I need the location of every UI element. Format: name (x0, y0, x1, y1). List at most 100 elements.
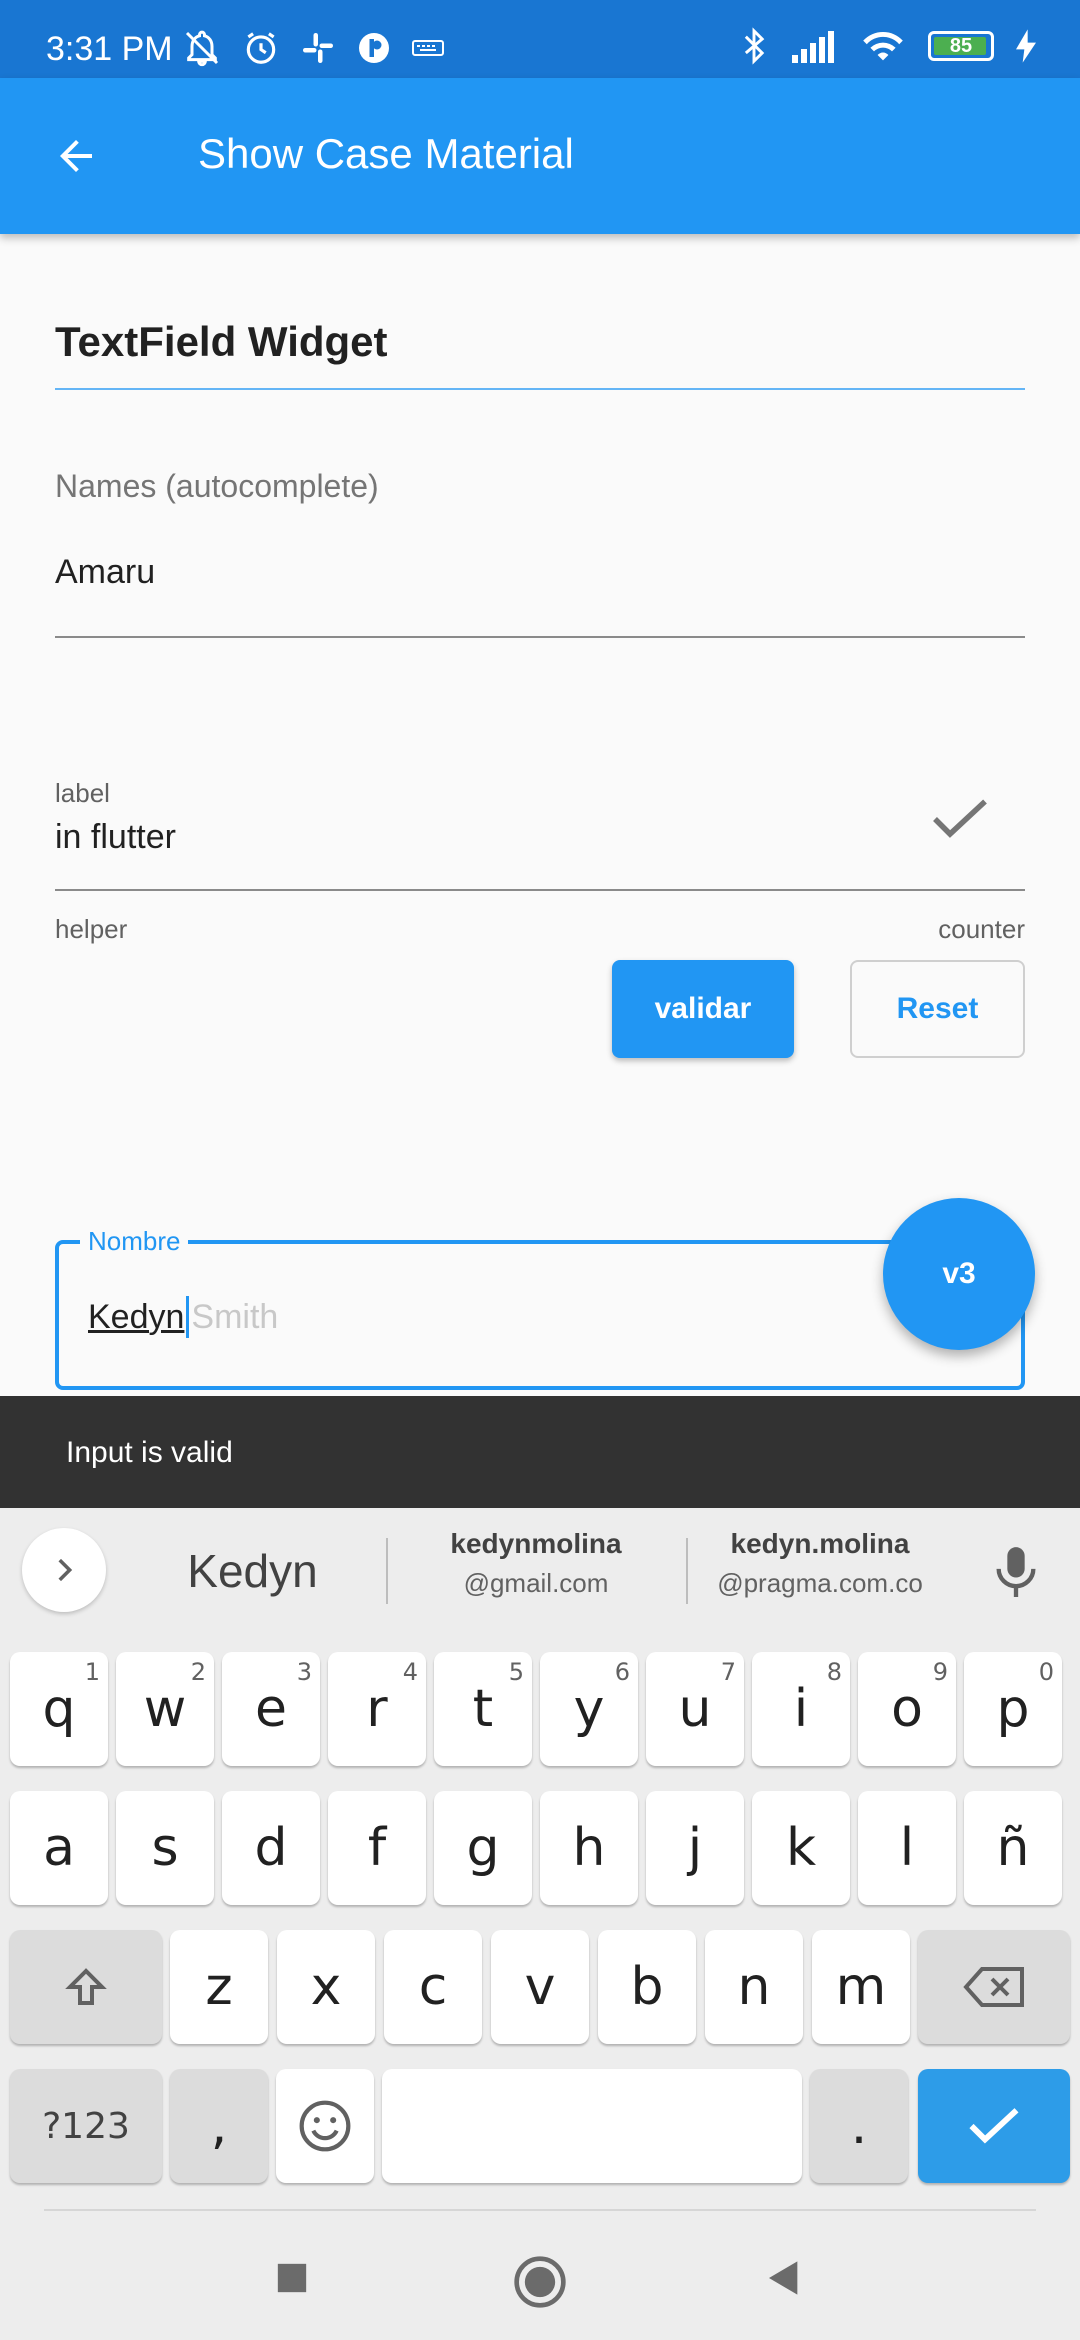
backspace-icon (963, 1967, 1024, 2007)
nav-separator (44, 2209, 1036, 2211)
triangle-back-icon (769, 2261, 798, 2295)
period-key[interactable]: . (810, 2069, 908, 2183)
nav-recents-button[interactable] (268, 2254, 316, 2302)
suggestion-2[interactable]: kedynmolina @gmail.com (396, 1528, 676, 1599)
key-hint: 3 (296, 1658, 312, 1686)
key-q[interactable]: q1 (10, 1652, 108, 1766)
names-field-underline (55, 636, 1025, 638)
key-label: y (573, 1679, 605, 1739)
key-c[interactable]: c (384, 1930, 482, 2044)
section-title: TextField Widget (55, 318, 388, 365)
key-label: t (472, 1679, 494, 1739)
text-cursor (186, 1296, 190, 1338)
suggestion-3[interactable]: kedyn.molina @pragma.com.co (680, 1528, 960, 1599)
key-v[interactable]: v (491, 1930, 589, 2044)
key-t[interactable]: t5 (434, 1652, 532, 1766)
keyboard-icon (412, 40, 444, 56)
snackbar: Input is valid (0, 1396, 1080, 1508)
key-o[interactable]: o9 (858, 1652, 956, 1766)
key-label: q (42, 1679, 76, 1739)
key-l[interactable]: l (858, 1791, 956, 1905)
key-w[interactable]: w2 (116, 1652, 214, 1766)
key-label: w (143, 1679, 187, 1739)
key-b[interactable]: b (598, 1930, 696, 2044)
validate-button[interactable]: validar (612, 960, 794, 1058)
arrow-back-icon (60, 140, 92, 172)
suggestion-2-line2: @gmail.com (463, 1568, 609, 1598)
key-hint: 6 (614, 1658, 630, 1686)
battery-level: 85 (949, 35, 973, 57)
wifi-icon (863, 31, 903, 61)
soft-keyboard: Kedyn kedynmolina @gmail.com kedyn.molin… (0, 1508, 1080, 2340)
back-button[interactable] (40, 120, 112, 192)
app-bar: Show Case Material (0, 78, 1080, 234)
key-m[interactable]: m (812, 1930, 910, 2044)
key-label: r (366, 1679, 388, 1739)
nombre-field-label: Nombre (80, 1226, 189, 1257)
key-hint: 0 (1038, 1658, 1054, 1686)
suggestion-main[interactable]: Kedyn (130, 1544, 375, 1598)
autocomplete-suggestion-text: Smith (191, 1297, 279, 1336)
status-bar: 3:31 PM 85 (0, 0, 1080, 78)
key-u[interactable]: u7 (646, 1652, 744, 1766)
comma-key[interactable]: , (170, 2069, 268, 2183)
suggestion-3-line2: @pragma.com.co (717, 1568, 923, 1598)
nav-back-button[interactable] (760, 2254, 808, 2302)
symbols-key[interactable]: ?123 (10, 2069, 162, 2183)
key-label: o (891, 1679, 923, 1739)
nav-home-button[interactable] (512, 2254, 568, 2310)
battery-icon: 85 (928, 31, 994, 61)
enter-key[interactable] (918, 2069, 1070, 2183)
key-k[interactable]: k (752, 1791, 850, 1905)
key-hint: 2 (190, 1658, 206, 1686)
label-field-underline (55, 889, 1025, 891)
emoji-smile-icon (299, 2100, 351, 2152)
key-e[interactable]: e3 (222, 1652, 320, 1766)
names-autocomplete-input[interactable]: Amaru (55, 553, 155, 592)
key-f[interactable]: f (328, 1791, 426, 1905)
helper-text: helper (55, 914, 128, 944)
square-icon (277, 2263, 307, 2293)
slack-icon (303, 33, 333, 63)
backspace-key[interactable] (918, 1930, 1070, 2044)
key-x[interactable]: x (277, 1930, 375, 2044)
key-d[interactable]: d (222, 1791, 320, 1905)
microphone-icon[interactable] (990, 1542, 1042, 1600)
key-ñ[interactable]: ñ (964, 1791, 1062, 1905)
key-a[interactable]: a (10, 1791, 108, 1905)
suggestion-3-line1: kedyn.molina (730, 1528, 910, 1559)
names-field-label: Names (autocomplete) (55, 468, 379, 504)
version-fab[interactable]: v3 (883, 1198, 1035, 1350)
suggestion-bar: Kedyn kedynmolina @gmail.com kedyn.molin… (0, 1508, 1080, 1636)
suggestion-2-line1: kedynmolina (450, 1528, 622, 1559)
reset-button[interactable]: Reset (850, 960, 1025, 1058)
key-p[interactable]: p0 (964, 1652, 1062, 1766)
key-z[interactable]: z (170, 1930, 268, 2044)
emoji-key[interactable] (276, 2069, 374, 2183)
key-h[interactable]: h (540, 1791, 638, 1905)
suggestion-divider (386, 1538, 388, 1604)
key-g[interactable]: g (434, 1791, 532, 1905)
charging-bolt-icon (1016, 29, 1036, 63)
home-circle-icon (514, 2256, 566, 2308)
space-bar[interactable] (382, 2069, 802, 2183)
label-field-input[interactable]: in flutter (55, 818, 176, 857)
signal-icon (792, 31, 834, 63)
nombre-input-value[interactable]: Kedyn Smith (88, 1296, 278, 1338)
snackbar-message: Input is valid (66, 1436, 233, 1469)
key-j[interactable]: j (646, 1791, 744, 1905)
key-label: e (255, 1679, 287, 1739)
check-icon (969, 2108, 1019, 2144)
key-y[interactable]: y6 (540, 1652, 638, 1766)
key-label: p (996, 1679, 1030, 1739)
shift-key[interactable] (10, 1930, 162, 2044)
key-r[interactable]: r4 (328, 1652, 426, 1766)
shift-arrow-icon (65, 1968, 107, 2005)
key-n[interactable]: n (705, 1930, 803, 2044)
status-right-icons: 85 (740, 26, 1036, 66)
key-i[interactable]: i8 (752, 1652, 850, 1766)
expand-suggestions-button[interactable] (22, 1528, 106, 1612)
key-s[interactable]: s (116, 1791, 214, 1905)
key-hint: 1 (84, 1658, 100, 1686)
alarm-icon (246, 32, 276, 64)
